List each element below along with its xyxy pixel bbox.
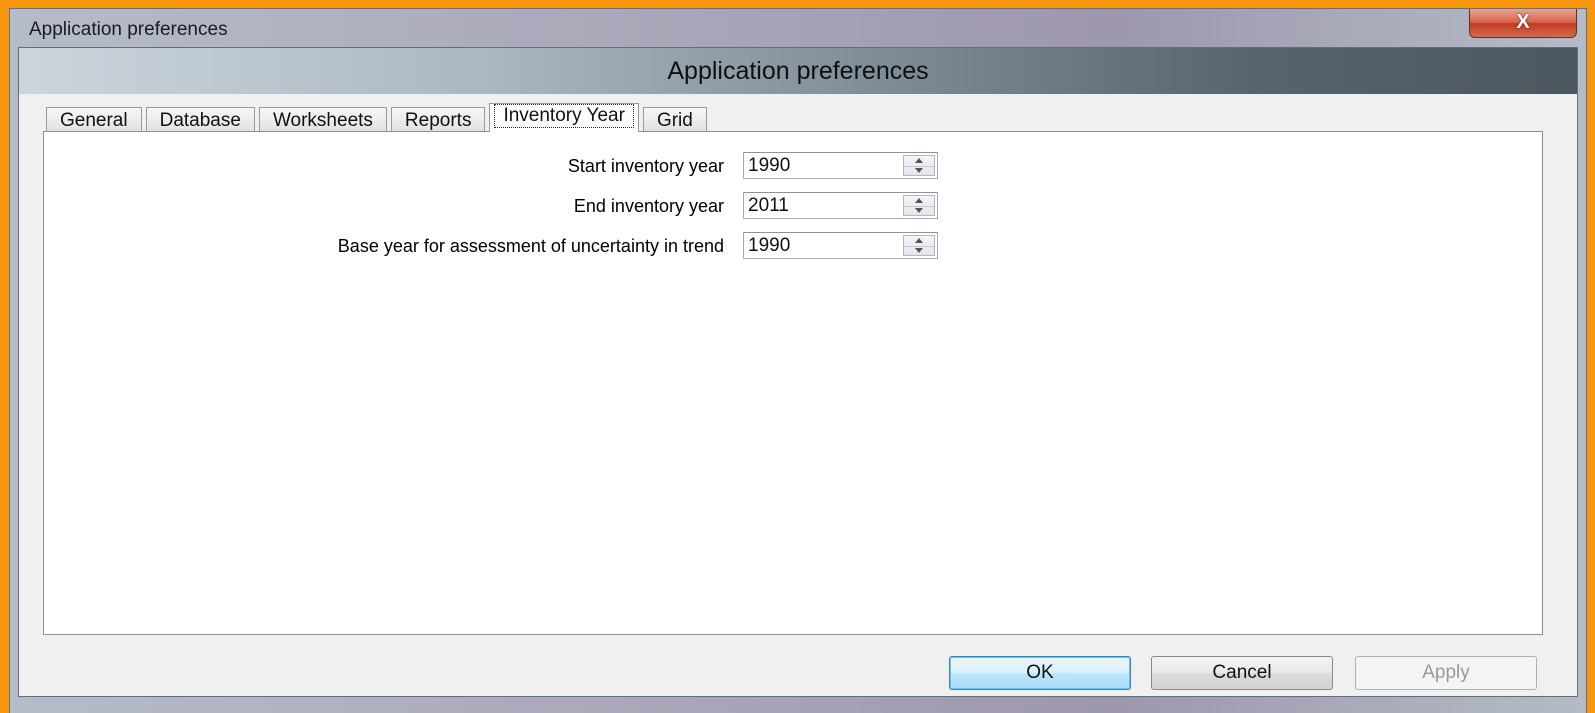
chevron-down-icon: [915, 248, 923, 253]
tab-worksheets[interactable]: Worksheets: [258, 107, 387, 132]
end-year-spinner[interactable]: 2011: [743, 192, 938, 219]
start-year-spin-buttons: [903, 155, 935, 176]
tab-general[interactable]: General: [46, 107, 142, 132]
base-year-label: Base year for assessment of uncertainty …: [337, 236, 724, 256]
start-year-value[interactable]: 1990: [748, 155, 790, 177]
cancel-button[interactable]: Cancel: [1151, 656, 1333, 690]
chevron-down-icon: [915, 168, 923, 173]
start-year-spinner[interactable]: 1990: [743, 152, 938, 179]
base-year-spinner[interactable]: 1990: [743, 232, 938, 259]
start-year-row: Start inventory year: [44, 152, 724, 180]
tab-reports[interactable]: Reports: [390, 107, 486, 132]
end-year-value[interactable]: 2011: [748, 195, 789, 217]
close-button[interactable]: X: [1469, 9, 1577, 38]
inventory-year-panel: Start inventory year 1990 End inventory …: [43, 131, 1543, 635]
chevron-up-icon: [915, 238, 923, 243]
chevron-down-icon: [915, 208, 923, 213]
title-bar[interactable]: Application preferences X: [10, 9, 1586, 47]
base-year-value[interactable]: 1990: [748, 235, 790, 257]
close-icon: X: [1516, 11, 1530, 33]
base-year-spin-buttons: [903, 235, 935, 256]
tab-grid[interactable]: Grid: [642, 107, 707, 132]
end-year-spin-buttons: [903, 195, 935, 216]
tab-database[interactable]: Database: [145, 107, 255, 132]
base-year-row: Base year for assessment of uncertainty …: [44, 232, 724, 260]
base-year-down-button[interactable]: [904, 246, 934, 256]
end-year-down-button[interactable]: [904, 206, 934, 216]
end-year-row: End inventory year: [44, 192, 724, 220]
start-year-label: Start inventory year: [567, 156, 724, 176]
window-title: Application preferences: [29, 19, 228, 40]
preferences-window: Application preferences X Application pr…: [9, 8, 1587, 713]
dialog-client-area: Application preferences General Database…: [18, 47, 1578, 697]
apply-button[interactable]: Apply: [1355, 656, 1537, 690]
ok-button[interactable]: OK: [949, 656, 1131, 690]
tab-strip: General Database Worksheets Reports Inve…: [46, 103, 711, 132]
tab-inventory-year[interactable]: Inventory Year: [489, 103, 639, 132]
start-year-down-button[interactable]: [904, 166, 934, 176]
tab-inventory-year-label: Inventory Year: [494, 104, 634, 128]
dialog-banner: Application preferences: [19, 48, 1577, 94]
chevron-up-icon: [915, 198, 923, 203]
end-year-label: End inventory year: [573, 196, 724, 216]
chevron-up-icon: [915, 158, 923, 163]
